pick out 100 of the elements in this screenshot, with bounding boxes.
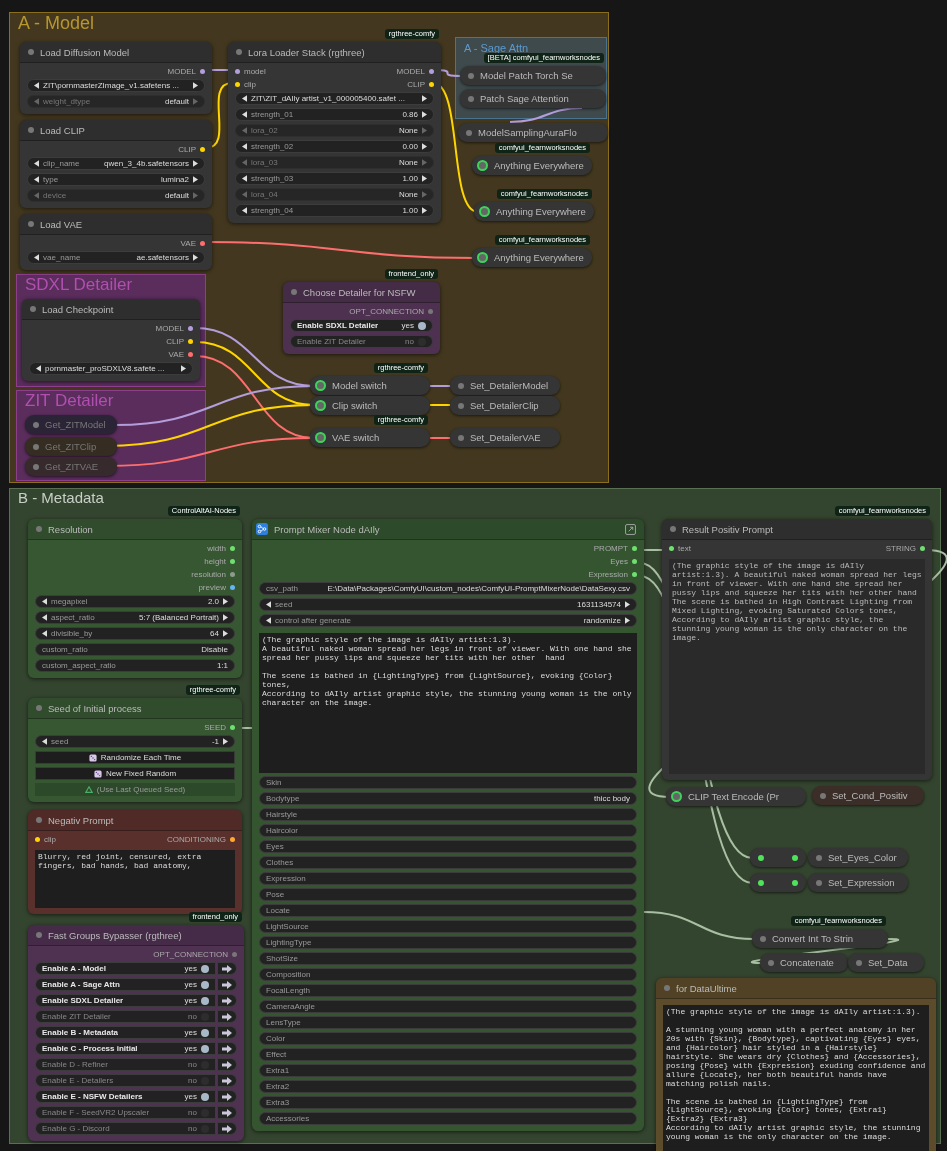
socket-dot[interactable] xyxy=(200,240,205,246)
collapsed-node[interactable]: Convert Int To Strin xyxy=(752,929,888,948)
socket-dot[interactable] xyxy=(235,68,240,74)
reroute-node[interactable] xyxy=(750,873,806,892)
node-dot-icon[interactable] xyxy=(28,221,34,227)
text-field[interactable]: Extra2 xyxy=(259,1080,637,1093)
toggle-knob[interactable] xyxy=(418,321,426,330)
right-arrow-icon[interactable] xyxy=(193,160,198,167)
left-arrow-icon[interactable] xyxy=(242,111,247,118)
right-arrow-icon[interactable] xyxy=(625,601,630,608)
left-arrow-icon[interactable] xyxy=(36,365,41,372)
node-dot-icon[interactable] xyxy=(28,49,34,55)
right-arrow-icon[interactable] xyxy=(625,617,630,624)
socket-dot[interactable] xyxy=(188,325,193,331)
node-dot-icon[interactable] xyxy=(236,49,242,55)
node-dot-icon[interactable] xyxy=(315,432,326,443)
toggle-switch[interactable]: Enable A - Model yes xyxy=(35,962,216,975)
combo-field[interactable]: ZIT\pornmasterZImage_v1.safetens ... xyxy=(27,79,205,92)
node-dot-icon[interactable] xyxy=(664,985,670,991)
left-arrow-icon[interactable] xyxy=(266,617,271,624)
collapsed-node[interactable]: Set_Eyes_Color xyxy=(808,848,908,867)
collapsed-node[interactable]: ModelSamplingAuraFlo xyxy=(458,123,608,142)
node-dot-icon[interactable] xyxy=(820,792,826,799)
node-dot-icon[interactable] xyxy=(30,306,36,312)
node-graph-icon[interactable] xyxy=(256,523,268,535)
toggle-knob[interactable] xyxy=(201,980,209,989)
text-field[interactable]: LightSource xyxy=(259,920,637,933)
node-dot-icon[interactable] xyxy=(671,791,682,802)
seed-button[interactable]: Randomize Each Time xyxy=(35,751,235,764)
left-arrow-icon[interactable] xyxy=(242,143,247,150)
node-dot-icon[interactable] xyxy=(33,421,39,428)
combo-field[interactable]: strength_02 0.00 xyxy=(235,140,434,153)
right-arrow-icon[interactable] xyxy=(223,614,228,621)
collapsed-node[interactable]: Patch Sage Attention xyxy=(460,89,606,108)
node-dot-icon[interactable] xyxy=(36,526,42,532)
text-field[interactable]: Bodytype thicc body xyxy=(259,792,637,805)
socket-dot[interactable] xyxy=(429,68,434,74)
collapsed-node[interactable]: Set_DetailerModel xyxy=(450,376,560,395)
toggle-switch[interactable]: Enable SDXL Detailer yes xyxy=(35,994,216,1007)
node-dot-icon[interactable] xyxy=(477,252,488,263)
node-dot-icon[interactable] xyxy=(291,289,297,295)
right-arrow-icon[interactable] xyxy=(422,143,427,150)
socket-dot[interactable] xyxy=(235,81,240,87)
text-area[interactable]: (The graphic style of the image is dAIly artist:1.3). A beautiful naked woman spread her legs in front of viewer. With one hand she spread her pussy lips and squeeze her tits with her other hand The scene is bathed in {LightingType} from {LightSource}, evoking {Color} tones, According to dAIly artist graphic style, the stunning young woman is the only character on the image. xyxy=(259,633,637,773)
text-field[interactable]: Hairstyle xyxy=(259,808,637,821)
toggle-knob[interactable] xyxy=(201,1012,209,1021)
socket-dot[interactable] xyxy=(632,545,637,551)
text-field[interactable]: Locate xyxy=(259,904,637,917)
combo-field[interactable]: aspect_ratio 5:7 (Balanced Portrait) xyxy=(35,611,235,624)
toggle-knob[interactable] xyxy=(201,1028,209,1037)
combo-field[interactable]: megapixel 2.0 xyxy=(35,595,235,608)
combo-field[interactable]: seed -1 xyxy=(35,735,235,748)
left-arrow-icon[interactable] xyxy=(42,738,47,745)
right-arrow-icon[interactable] xyxy=(422,95,427,102)
go-to-group-button[interactable] xyxy=(217,1042,237,1055)
socket-dot[interactable] xyxy=(792,879,798,886)
toggle-knob[interactable] xyxy=(201,1092,209,1101)
socket-dot[interactable] xyxy=(429,81,434,87)
combo-field[interactable]: strength_01 0.86 xyxy=(235,108,434,121)
socket-dot[interactable] xyxy=(188,338,193,344)
node-dot-icon[interactable] xyxy=(760,935,766,942)
right-arrow-icon[interactable] xyxy=(181,365,186,372)
socket-dot[interactable] xyxy=(758,854,764,861)
node-dot-icon[interactable] xyxy=(479,206,490,217)
text-field[interactable]: Extra1 xyxy=(259,1064,637,1077)
node-dot-icon[interactable] xyxy=(468,95,474,102)
socket-dot[interactable] xyxy=(792,854,798,861)
text-field[interactable]: Pose xyxy=(259,888,637,901)
right-arrow-icon[interactable] xyxy=(422,175,427,182)
text-field[interactable]: ShotSize xyxy=(259,952,637,965)
combo-field[interactable]: strength_04 1.00 xyxy=(235,204,434,217)
go-to-group-button[interactable] xyxy=(217,1058,237,1071)
node-dot-icon[interactable] xyxy=(33,463,39,470)
right-arrow-icon[interactable] xyxy=(422,111,427,118)
collapsed-node[interactable]: CLIP Text Encode (Pr xyxy=(666,787,806,806)
socket-dot[interactable] xyxy=(920,545,925,551)
combo-field[interactable]: seed 1631134574 xyxy=(259,598,637,611)
left-arrow-icon[interactable] xyxy=(266,601,271,608)
go-to-group-button[interactable] xyxy=(217,1106,237,1119)
node-dot-icon[interactable] xyxy=(670,526,676,532)
go-to-group-button[interactable] xyxy=(217,1122,237,1135)
node-dot-icon[interactable] xyxy=(315,380,326,391)
go-to-group-button[interactable] xyxy=(217,1010,237,1023)
toggle-switch[interactable]: Enable ZIT Detailer no xyxy=(290,335,433,348)
socket-dot[interactable] xyxy=(632,571,637,577)
toggle-knob[interactable] xyxy=(201,1076,209,1085)
toggle-switch[interactable]: Enable A - Sage Attn yes xyxy=(35,978,216,991)
socket-dot[interactable] xyxy=(188,351,193,357)
text-field[interactable]: Accessories xyxy=(259,1112,637,1125)
socket-dot[interactable] xyxy=(200,68,205,74)
toggle-switch[interactable]: Enable F - SeedVR2 Upscaler no xyxy=(35,1106,216,1119)
right-arrow-icon[interactable] xyxy=(193,82,198,89)
right-arrow-icon[interactable] xyxy=(193,254,198,261)
go-to-group-button[interactable] xyxy=(217,1074,237,1087)
node-dot-icon[interactable] xyxy=(36,932,42,938)
combo-field[interactable]: divisible_by 64 xyxy=(35,627,235,640)
collapsed-node[interactable]: Get_ZITModel xyxy=(25,415,117,434)
node-dot-icon[interactable] xyxy=(468,72,474,79)
node-dot-icon[interactable] xyxy=(315,400,326,411)
node-dot-icon[interactable] xyxy=(33,443,39,450)
